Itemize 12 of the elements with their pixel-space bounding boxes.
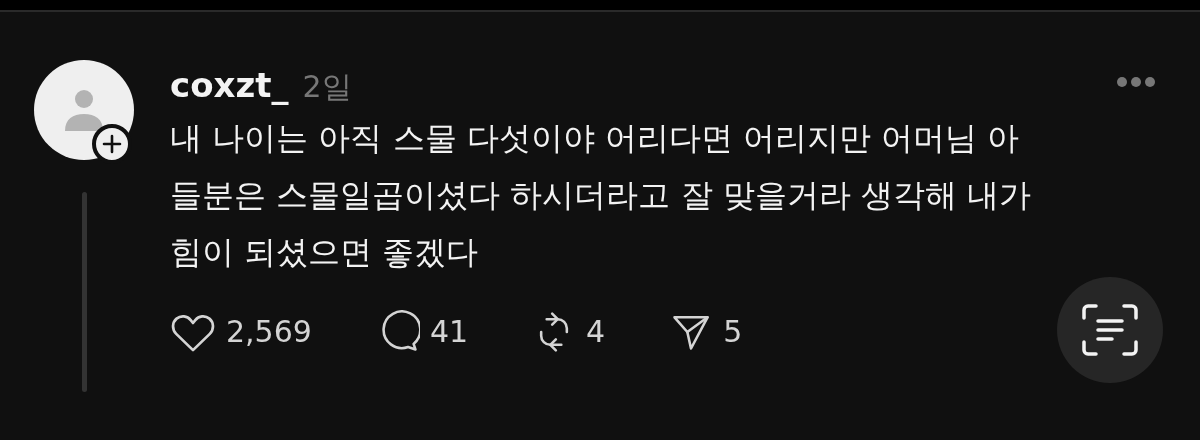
plus-icon bbox=[102, 134, 122, 154]
action-count: 2,569 bbox=[226, 313, 312, 351]
action-count: 41 bbox=[429, 313, 469, 351]
post-text-line: 내 나이는 아직 스물 다섯이야 어리다면 어리지만 어머님 아 bbox=[170, 118, 1021, 159]
action-count: 5 bbox=[723, 313, 743, 351]
timestamp: 2일 bbox=[302, 68, 352, 106]
more-icon[interactable] bbox=[1115, 75, 1157, 89]
scan-text-icon bbox=[1080, 302, 1140, 358]
username[interactable]: coxzt_ bbox=[170, 60, 289, 111]
action-count: 4 bbox=[586, 313, 606, 351]
post-text-line: 들분은 스물일곱이셨다 하시더라고 잘 맞을거라 생각해 내가 bbox=[170, 175, 1033, 216]
post-text-line: 힘이 되셨으면 좋겠다 bbox=[170, 232, 480, 273]
